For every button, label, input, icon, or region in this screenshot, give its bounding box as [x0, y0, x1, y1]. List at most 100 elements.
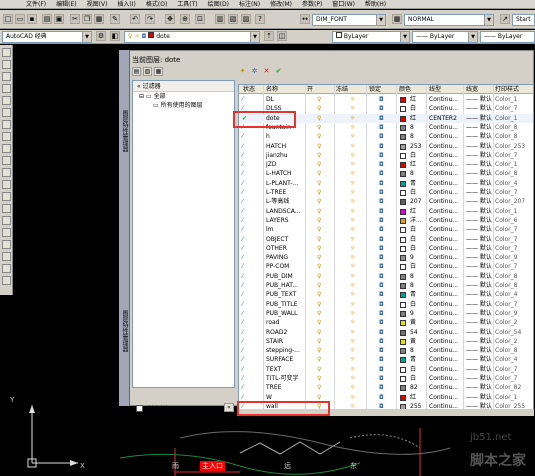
- layer-lineweight[interactable]: —— 默认: [466, 244, 496, 253]
- layer-linetype[interactable]: Continu...: [429, 346, 459, 355]
- bulb-icon[interactable]: ♀: [317, 346, 321, 355]
- lock-icon[interactable]: ◘: [379, 281, 384, 290]
- layer-linetype[interactable]: Continu...: [429, 281, 459, 290]
- layer-linetype[interactable]: Continu...: [429, 355, 459, 364]
- layer-lineweight[interactable]: —— 默认: [466, 328, 496, 337]
- sun-icon[interactable]: ☼: [350, 197, 355, 206]
- layer-lineweight[interactable]: —— 默认: [466, 262, 496, 271]
- column-header[interactable]: 状态: [243, 85, 255, 94]
- layer-linetype[interactable]: Continu...: [429, 244, 459, 253]
- draw-tool-icon[interactable]: [2, 252, 11, 261]
- layer-linetype[interactable]: Continu...: [429, 216, 459, 225]
- lock-icon[interactable]: ◘: [379, 225, 384, 234]
- lock-icon[interactable]: ◘: [379, 142, 384, 151]
- lock-icon[interactable]: ◘: [379, 104, 384, 113]
- bulb-icon[interactable]: ♀: [317, 104, 321, 113]
- draw-tool-icon[interactable]: [2, 72, 11, 81]
- multileader-style-select[interactable]: Start: [512, 14, 535, 26]
- new-icon[interactable]: □: [3, 14, 13, 24]
- lineweight-select[interactable]: —— ByLayer: [480, 31, 535, 43]
- layer-row[interactable]: ⁄ L-PLANT-... ♀ ☼ ◘ 青 Continu... —— 默认 Color_4: [239, 179, 533, 188]
- color-swatch[interactable]: [400, 236, 406, 243]
- color-swatch[interactable]: [400, 376, 406, 382]
- sun-icon[interactable]: ☼: [350, 337, 355, 346]
- properties-icon[interactable]: ▥: [215, 14, 225, 24]
- layer-row[interactable]: ⁄ PUB_TITLE ♀ ☼ ◘ 白 Continu... —— 默认 Color_7: [239, 300, 533, 309]
- table-style-select[interactable]: NORMAL ▼: [404, 14, 494, 26]
- panel-side-title[interactable]: 图层特性管理器 图层特性管理器: [119, 50, 130, 406]
- layer-lineweight[interactable]: —— 默认: [466, 253, 496, 262]
- filter-all[interactable]: ⊟ ▭ 全部: [133, 92, 234, 101]
- draw-tool-icon[interactable]: [2, 216, 11, 225]
- sun-icon[interactable]: ☼: [350, 160, 355, 169]
- layer-row[interactable]: ⁄ L-等高线 ♀ ☼ ◘ 207 Continu... —— 默认 Color_207: [239, 197, 533, 206]
- sun-icon[interactable]: ☼: [350, 216, 355, 225]
- layer-lineweight[interactable]: —— 默认: [466, 160, 496, 169]
- bulb-icon[interactable]: ♀: [317, 151, 321, 160]
- layer-linetype[interactable]: Continu...: [429, 169, 459, 178]
- sun-icon[interactable]: ☼: [350, 188, 355, 197]
- lock-icon[interactable]: ◘: [379, 328, 384, 337]
- lock-icon[interactable]: ◘: [379, 253, 384, 262]
- layer-row[interactable]: ⁄ JZD ♀ ☼ ◘ 红 Continu... —— 默认 Color_1: [239, 160, 533, 169]
- layer-row[interactable]: ⁄ OTHER ♀ ☼ ◘ 白 Continu... —— 默认 Color_7: [239, 244, 533, 253]
- lock-icon[interactable]: ◘: [379, 393, 384, 402]
- layer-lineweight[interactable]: —— 默认: [466, 216, 496, 225]
- sun-icon[interactable]: ☼: [350, 374, 355, 383]
- bulb-icon[interactable]: ♀: [317, 197, 321, 206]
- make-current-icon[interactable]: ⇡: [264, 31, 274, 41]
- bulb-icon[interactable]: ♀: [317, 318, 321, 327]
- lock-icon[interactable]: ◘: [379, 290, 384, 299]
- column-header[interactable]: 打印样式: [495, 85, 519, 94]
- lock-icon[interactable]: ◘: [379, 235, 384, 244]
- menu-item[interactable]: 文件(F): [0, 0, 51, 9]
- lock-icon[interactable]: ◘: [379, 309, 384, 318]
- layer-linetype[interactable]: Continu...: [429, 253, 459, 262]
- draw-tool-icon[interactable]: [2, 84, 11, 93]
- bulb-icon[interactable]: ♀: [317, 160, 321, 169]
- draw-tool-icon[interactable]: [2, 168, 11, 177]
- layer-linetype[interactable]: Continu...: [429, 365, 459, 374]
- layer-lineweight[interactable]: —— 默认: [466, 179, 496, 188]
- layer-lineweight[interactable]: —— 默认: [466, 337, 496, 346]
- color-swatch[interactable]: [400, 348, 406, 355]
- menu-item[interactable]: 帮助(H): [360, 0, 391, 9]
- layer-row[interactable]: ⁄ OBJECT ♀ ☼ ◘ 白 Continu... —— 默认 Color_7: [239, 235, 533, 244]
- sun-icon[interactable]: ☼: [350, 355, 355, 364]
- menu-item[interactable]: 视图(V): [82, 0, 113, 9]
- draw-tool-icon[interactable]: [2, 156, 11, 165]
- filter-used-layers[interactable]: ▭ 所有使用的图层: [133, 101, 234, 110]
- lock-icon[interactable]: ◘: [379, 365, 384, 374]
- layer-linetype[interactable]: Continu...: [429, 179, 459, 188]
- color-swatch[interactable]: [400, 190, 406, 196]
- column-header[interactable]: 冻结: [336, 85, 348, 94]
- menu-item[interactable]: 修改(M): [265, 0, 297, 9]
- bulb-icon[interactable]: ♀: [317, 281, 321, 290]
- layer-linetype[interactable]: Continu...: [429, 225, 459, 234]
- draw-tool-icon[interactable]: [2, 192, 11, 201]
- color-swatch[interactable]: [400, 227, 406, 234]
- new-filter-icon[interactable]: ▤: [132, 67, 141, 76]
- layer-linetype[interactable]: Continu...: [429, 318, 459, 327]
- layer-linetype[interactable]: Continu...: [429, 290, 459, 299]
- layer-lineweight[interactable]: —— 默认: [466, 95, 496, 104]
- layer-lineweight[interactable]: —— 默认: [466, 225, 496, 234]
- layer-lineweight[interactable]: —— 默认: [466, 104, 496, 113]
- layer-lineweight[interactable]: —— 默认: [466, 207, 496, 216]
- sun-icon[interactable]: ☼: [350, 114, 355, 123]
- layer-linetype[interactable]: Continu...: [429, 337, 459, 346]
- sun-icon[interactable]: ☼: [350, 123, 355, 132]
- sun-icon[interactable]: ☼: [350, 383, 355, 392]
- layer-lineweight[interactable]: —— 默认: [466, 346, 496, 355]
- lock-icon[interactable]: ◘: [379, 346, 384, 355]
- draw-tool-icon[interactable]: [2, 120, 11, 129]
- color-swatch[interactable]: [400, 134, 406, 141]
- layer-row[interactable]: ⁄ ROAD2 ♀ ☼ ◘ 54 Continu... —— 默认 Color_54: [239, 328, 533, 337]
- layer-linetype[interactable]: Continu...: [429, 151, 459, 160]
- color-swatch[interactable]: [400, 106, 406, 113]
- layer-row[interactable]: ⁄ PUB_HAT... ♀ ☼ ◘ 8 Continu... —— 默认 Color_8: [239, 281, 533, 290]
- set-current-icon[interactable]: ✔: [274, 67, 283, 76]
- bulb-icon[interactable]: ♀: [317, 374, 321, 383]
- color-select[interactable]: ByLayer ▼: [332, 31, 410, 43]
- layer-lineweight[interactable]: —— 默认: [466, 114, 496, 123]
